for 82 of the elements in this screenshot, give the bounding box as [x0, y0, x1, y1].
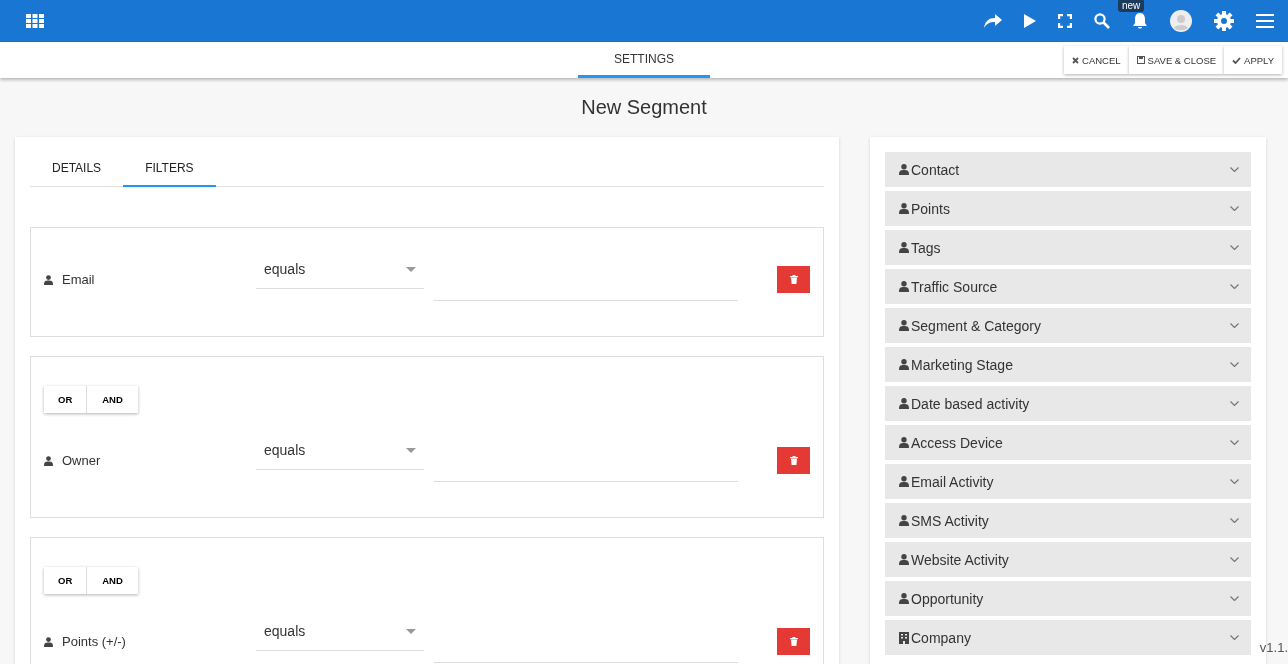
person-icon	[899, 398, 909, 409]
connector-button[interactable]: AND	[86, 567, 138, 594]
person-icon	[899, 164, 909, 175]
caret-icon	[406, 628, 416, 634]
editor-tab[interactable]: FILTERS	[123, 151, 216, 187]
person-icon	[899, 593, 909, 604]
bell-icon[interactable]	[1132, 12, 1148, 30]
chevron-icon	[1230, 323, 1239, 328]
person-icon	[899, 554, 909, 565]
notification-badge: new	[1118, 0, 1145, 12]
chevron-icon	[1230, 440, 1239, 445]
category-item[interactable]: Tags	[885, 230, 1251, 265]
trash-icon	[789, 456, 798, 465]
operator-select[interactable]: equals	[256, 612, 424, 651]
trash-icon	[789, 275, 798, 284]
page-title: New Segment	[580, 96, 708, 120]
menu-icon[interactable]	[1256, 14, 1274, 28]
version-label: v1.1.	[1259, 640, 1288, 655]
chevron-icon	[1230, 557, 1239, 562]
delete-button[interactable]	[777, 447, 810, 474]
editor-tab[interactable]: DETAILS	[30, 151, 124, 187]
search-icon[interactable]	[1094, 13, 1110, 29]
cancel-button[interactable]: CANCEL	[1064, 46, 1129, 74]
filter-field-label: Points (+/-)	[62, 634, 126, 649]
chevron-icon	[1230, 167, 1239, 172]
apply-button[interactable]: APPLY	[1224, 46, 1282, 74]
delete-button[interactable]	[777, 628, 810, 655]
category-item[interactable]: Traffic Source	[885, 269, 1251, 304]
avatar-icon[interactable]	[1170, 10, 1192, 32]
settings-icon[interactable]	[1214, 11, 1234, 31]
share-icon[interactable]	[984, 14, 1002, 28]
caret-icon	[406, 266, 416, 272]
category-item[interactable]: Points	[885, 191, 1251, 226]
grid-icon[interactable]	[26, 14, 44, 28]
chevron-icon	[1230, 596, 1239, 601]
category-item[interactable]: SMS Activity	[885, 503, 1251, 538]
filter-field-label: Email	[62, 272, 95, 287]
connector-button[interactable]: OR	[44, 567, 87, 594]
chevron-icon	[1230, 362, 1239, 367]
category-item[interactable]: Company	[885, 620, 1251, 655]
person-icon	[899, 320, 909, 331]
caret-icon	[406, 447, 416, 453]
chevron-icon	[1230, 518, 1239, 523]
settings-tab[interactable]: SETTINGS	[578, 42, 710, 78]
connector-button[interactable]: AND	[86, 386, 138, 413]
person-icon	[899, 281, 909, 292]
chevron-icon	[1230, 479, 1239, 484]
operator-select[interactable]: equals	[256, 250, 424, 289]
person-icon	[44, 455, 53, 466]
person-icon	[899, 515, 909, 526]
save-button[interactable]: SAVE & CLOSE	[1128, 46, 1225, 74]
category-item[interactable]: Website Activity	[885, 542, 1251, 577]
filter-field-label: Owner	[62, 453, 101, 468]
category-item[interactable]: Date based activity	[885, 386, 1251, 421]
category-item[interactable]: Email Activity	[885, 464, 1251, 499]
person-icon	[899, 476, 909, 487]
operator-select[interactable]: equals	[256, 431, 424, 470]
person-icon	[44, 636, 53, 647]
chevron-icon	[1230, 245, 1239, 250]
x-icon	[1072, 56, 1080, 64]
play-icon[interactable]	[1024, 14, 1036, 28]
chevron-icon	[1230, 206, 1239, 211]
person-icon	[899, 242, 909, 253]
delete-button[interactable]	[777, 266, 810, 293]
person-icon	[899, 437, 909, 448]
person-icon	[899, 203, 909, 214]
category-item[interactable]: Access Device	[885, 425, 1251, 460]
chevron-icon	[1230, 284, 1239, 289]
building-icon	[899, 631, 909, 644]
category-item[interactable]: Marketing Stage	[885, 347, 1251, 382]
connector-button[interactable]: OR	[44, 386, 87, 413]
trash-icon	[789, 637, 798, 646]
fullscreen-icon[interactable]	[1058, 14, 1072, 28]
check-icon	[1232, 56, 1242, 64]
person-icon	[44, 274, 53, 285]
chevron-icon	[1230, 401, 1239, 406]
floppy-icon	[1136, 56, 1145, 64]
category-item[interactable]: Contact	[885, 152, 1251, 187]
category-item[interactable]: Segment & Category	[885, 308, 1251, 343]
person-icon	[899, 359, 909, 370]
category-item[interactable]: Opportunity	[885, 581, 1251, 616]
chevron-icon	[1230, 635, 1239, 640]
